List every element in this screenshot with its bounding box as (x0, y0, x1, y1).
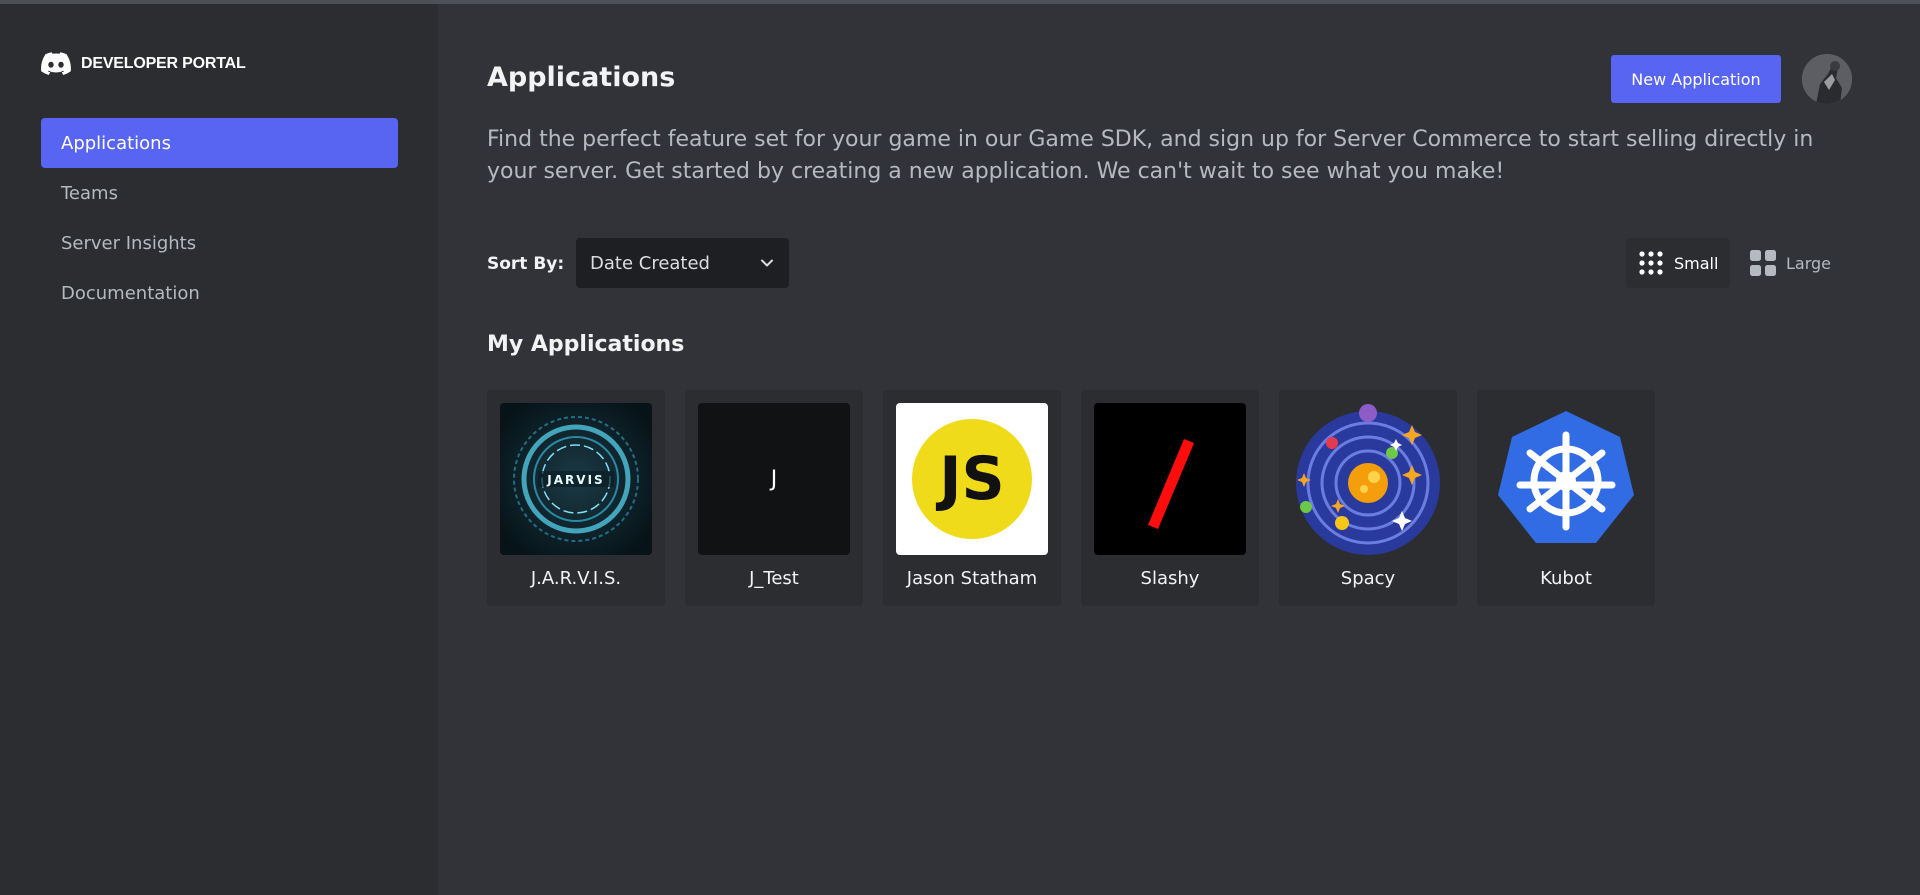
view-small-label: Small (1674, 253, 1719, 273)
view-large-button[interactable]: Large (1738, 238, 1838, 288)
sort-label: Sort By: (487, 254, 565, 274)
brand[interactable]: DEVELOPER PORTAL (41, 52, 246, 76)
main-content: Applications New Application Find the pe… (438, 4, 1920, 895)
jarvis-icon-text: JARVIS (546, 473, 604, 487)
sidebar-item-teams[interactable]: Teams (41, 168, 398, 218)
js-icon-text: JS (935, 444, 1005, 514)
app-icon-spacy (1292, 403, 1444, 555)
app-icon-j-test: J (698, 403, 850, 555)
sidebar-nav: Applications Teams Server Insights Docum… (41, 118, 398, 318)
app-initial: J (698, 403, 850, 555)
app-name: J.A.R.V.I.S. (530, 568, 622, 589)
app-icon-slashy (1094, 403, 1246, 555)
avatar[interactable] (1802, 54, 1852, 104)
app-icon-jarvis: JARVIS (500, 403, 652, 555)
sidebar-item-documentation[interactable]: Documentation (41, 268, 398, 318)
chevron-down-icon (761, 259, 773, 267)
small-grid-icon (1639, 251, 1663, 275)
section-title: My Applications (487, 332, 685, 357)
app-card[interactable]: JS Jason Statham (883, 390, 1061, 606)
brand-text: DEVELOPER PORTAL (81, 55, 246, 72)
app-card[interactable]: JARVIS J.A.R.V.I.S. (487, 390, 665, 606)
sort-selected-value: Date Created (590, 252, 710, 274)
app-name: Slashy (1140, 568, 1200, 589)
app-card[interactable]: J J_Test (685, 390, 863, 606)
user-avatar-icon (1802, 54, 1852, 104)
view-small-button[interactable]: Small (1626, 238, 1730, 288)
app-icon-js: JS (896, 403, 1048, 555)
app-card[interactable]: Kubot (1477, 390, 1655, 606)
app-grid: JARVIS J.A.R.V.I.S. J J_Test JS Jason St… (487, 390, 1675, 606)
new-application-button[interactable]: New Application (1611, 55, 1781, 103)
large-grid-icon (1750, 250, 1776, 276)
app-card[interactable]: Spacy (1279, 390, 1457, 606)
sidebar: DEVELOPER PORTAL Applications Teams Serv… (0, 4, 438, 895)
app-name: J_Test (749, 568, 799, 589)
discord-logo-icon (41, 52, 71, 75)
app-name: Spacy (1340, 568, 1396, 589)
app-card[interactable]: Slashy (1081, 390, 1259, 606)
sort-select[interactable]: Date Created (576, 238, 789, 288)
app-name: Jason Statham (906, 568, 1038, 589)
page-description: Find the perfect feature set for your ga… (487, 127, 1814, 184)
sidebar-item-server-insights[interactable]: Server Insights (41, 218, 398, 268)
view-large-label: Large (1786, 253, 1832, 273)
app-icon-kubot (1490, 403, 1642, 555)
sidebar-item-applications[interactable]: Applications (41, 118, 398, 168)
app-name: Kubot (1540, 568, 1592, 589)
page-title: Applications (487, 62, 676, 93)
